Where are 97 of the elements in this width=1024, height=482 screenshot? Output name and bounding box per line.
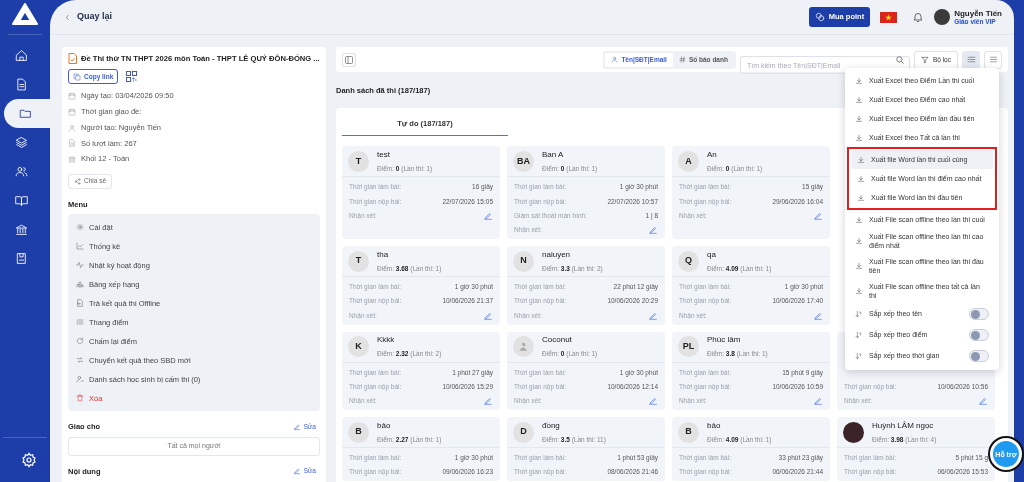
student-name: Huỳnh LÂM ngọc bbox=[872, 419, 935, 432]
bell-icon[interactable] bbox=[912, 11, 925, 23]
student-name: bảo bbox=[707, 419, 722, 432]
filter-icon bbox=[920, 55, 929, 64]
toggle-switch[interactable] bbox=[969, 350, 989, 363]
avatar-initials: T bbox=[348, 250, 369, 272]
chart-icon bbox=[76, 242, 84, 251]
student-name: đồng bbox=[542, 419, 561, 432]
avatar-initials: D bbox=[513, 421, 534, 443]
calendar-icon bbox=[68, 92, 76, 100]
search-icon bbox=[895, 55, 904, 64]
student-name: bảo bbox=[377, 419, 392, 432]
user-icon bbox=[68, 123, 76, 132]
settings-icon[interactable] bbox=[21, 452, 37, 468]
save-icon bbox=[15, 252, 28, 265]
edit-comment-icon[interactable] bbox=[483, 310, 493, 321]
student-name: Kkkk bbox=[377, 334, 396, 347]
student-name: Coconut bbox=[542, 334, 573, 347]
user-icon bbox=[611, 56, 619, 63]
download-icon bbox=[855, 114, 863, 123]
user-icon bbox=[76, 375, 84, 384]
edit-comment-icon[interactable] bbox=[648, 225, 658, 235]
download-icon bbox=[857, 174, 865, 183]
student-name: Ban A bbox=[542, 148, 565, 161]
download-icon bbox=[855, 133, 863, 142]
edit-comment-icon[interactable] bbox=[648, 310, 658, 321]
copy-icon bbox=[73, 72, 81, 81]
bank-icon bbox=[15, 223, 28, 236]
document-icon bbox=[15, 78, 28, 91]
edit-comment-icon[interactable] bbox=[813, 396, 823, 406]
avatar-initials: B bbox=[348, 421, 369, 443]
sort-icon bbox=[855, 310, 863, 319]
download-icon bbox=[855, 237, 863, 246]
edit-comment-icon[interactable] bbox=[978, 396, 988, 406]
layers-icon bbox=[15, 136, 28, 149]
building-icon bbox=[68, 155, 76, 163]
avatar-initials: PL bbox=[678, 336, 699, 357]
sort-icon bbox=[855, 331, 863, 340]
logo-icon bbox=[12, 3, 38, 25]
edit-icon bbox=[292, 467, 301, 476]
download-icon bbox=[855, 262, 863, 271]
download-icon bbox=[857, 155, 865, 164]
folder-nav-item[interactable] bbox=[4, 99, 50, 128]
list-icon bbox=[76, 318, 84, 327]
student-name: test bbox=[377, 148, 391, 161]
hash-icon bbox=[678, 56, 686, 63]
folder-icon bbox=[19, 107, 32, 120]
qr-code-icon[interactable] bbox=[126, 71, 138, 83]
sidebar-toggle-icon[interactable] bbox=[342, 52, 356, 67]
calendar-icon bbox=[68, 107, 76, 116]
back-link[interactable]: Quay lại bbox=[64, 10, 112, 24]
avatar-initials: BA bbox=[513, 150, 534, 172]
default-avatar bbox=[513, 336, 534, 357]
home-icon bbox=[15, 49, 28, 62]
edit-comment-icon[interactable] bbox=[483, 396, 493, 406]
user-avatar[interactable] bbox=[934, 9, 951, 25]
avatar-initials: K bbox=[348, 336, 369, 357]
edit-comment-icon[interactable] bbox=[648, 396, 658, 406]
avatar-initials: B bbox=[678, 421, 699, 443]
download-icon bbox=[855, 215, 863, 224]
trash-icon bbox=[76, 394, 84, 403]
student-name: naiuyen bbox=[542, 248, 572, 261]
refresh-icon bbox=[76, 337, 84, 346]
toggle-switch[interactable] bbox=[969, 308, 989, 321]
download-icon bbox=[855, 95, 863, 104]
book-icon bbox=[15, 194, 28, 207]
pulse-icon bbox=[76, 261, 84, 270]
share-icon bbox=[74, 177, 81, 185]
document-icon bbox=[68, 53, 77, 65]
user-name: Nguyễn Tiến bbox=[954, 8, 1002, 18]
sort-icon bbox=[855, 352, 863, 361]
download-icon bbox=[855, 287, 863, 296]
podium-icon bbox=[76, 280, 84, 289]
swap-icon bbox=[76, 356, 84, 365]
document-icon bbox=[68, 139, 76, 148]
edit-icon bbox=[292, 423, 301, 431]
avatar-initials: Q bbox=[678, 250, 699, 272]
student-name: Phúc lâm bbox=[707, 334, 742, 347]
users-icon bbox=[15, 165, 28, 178]
student-name: qa bbox=[707, 248, 717, 261]
download-icon bbox=[855, 76, 863, 85]
vietnam-flag-icon[interactable] bbox=[880, 11, 898, 23]
edit-comment-icon[interactable] bbox=[813, 210, 823, 221]
avatar-initials: A bbox=[678, 150, 699, 172]
coins-icon bbox=[814, 12, 825, 22]
edit-comment-icon[interactable] bbox=[813, 310, 823, 321]
file-export-icon bbox=[76, 299, 84, 308]
edit-comment-icon[interactable] bbox=[483, 210, 493, 221]
avatar-initials: N bbox=[513, 250, 534, 272]
download-icon bbox=[857, 193, 865, 202]
avatar-photo-placeholder bbox=[843, 421, 864, 443]
gear-icon bbox=[76, 223, 84, 232]
toggle-switch[interactable] bbox=[969, 329, 989, 342]
list-view-icon[interactable] bbox=[962, 50, 980, 69]
student-name: An bbox=[707, 148, 718, 161]
avatar-initials: T bbox=[348, 150, 369, 172]
student-name: tha bbox=[377, 248, 390, 261]
